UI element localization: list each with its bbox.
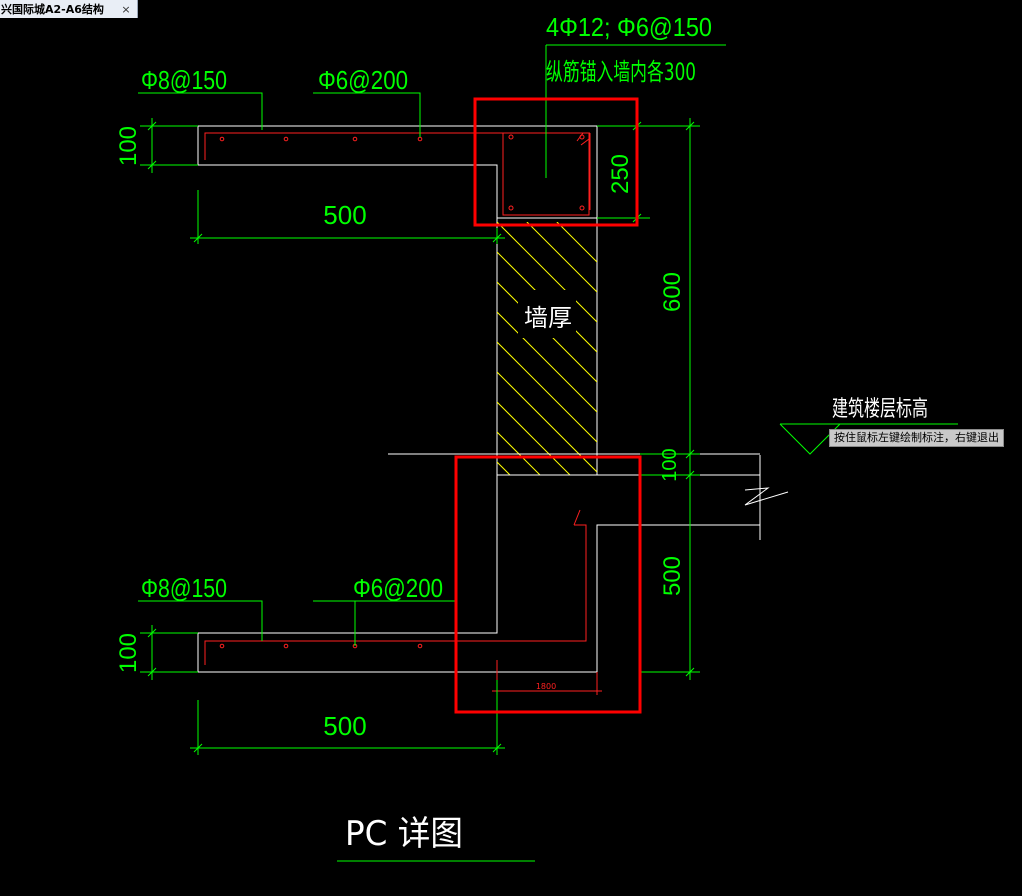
dim-bottom-width: 500 <box>323 711 366 741</box>
break-line <box>744 455 789 540</box>
drawing-title: PC 详图 <box>345 814 463 854</box>
highlight-box-bottom <box>454 455 642 714</box>
top-slab-outline <box>197 125 598 222</box>
small-dimension-text: 1800 <box>536 682 556 691</box>
floor-elevation-label: 建筑楼层标高 <box>832 397 928 422</box>
bottom-slab-rebar-main: Φ8@150 <box>141 573 227 603</box>
dim-top-width: 500 <box>323 200 366 230</box>
cad-drawing-canvas[interactable]: 墙厚 1800 4Φ12; Φ6@150 纵筋锚入墙内各300 Φ8@150 Φ… <box>0 0 1022 896</box>
dim-top-thickness: 100 <box>115 126 142 166</box>
dim-beam-height: 250 <box>607 154 634 194</box>
wall-outline <box>496 222 598 475</box>
wall-hatch <box>497 222 597 475</box>
top-slab-rebar-dots <box>219 136 423 142</box>
dim-wall-height: 600 <box>659 272 686 312</box>
dim-floor-gap: 100 <box>659 448 681 481</box>
dim-bottom-thickness: 100 <box>115 633 142 673</box>
top-longitudinal-rebar-label: 4Φ12; Φ6@150 <box>546 12 712 42</box>
anchor-note: 纵筋锚入墙内各300 <box>546 58 696 86</box>
top-slab-rebar <box>204 132 591 210</box>
bottom-slab-rebar-dist: Φ6@200 <box>353 573 443 603</box>
top-slab-rebar-dist: Φ6@200 <box>318 65 408 95</box>
top-slab-rebar-main: Φ8@150 <box>141 65 227 95</box>
wall-label: 墙厚 <box>524 304 572 332</box>
cursor-tooltip: 按住鼠标左键绘制标注，右键退出 <box>829 429 1004 447</box>
lower-rebar-dots <box>219 643 423 649</box>
dim-lower-height: 500 <box>659 556 686 596</box>
